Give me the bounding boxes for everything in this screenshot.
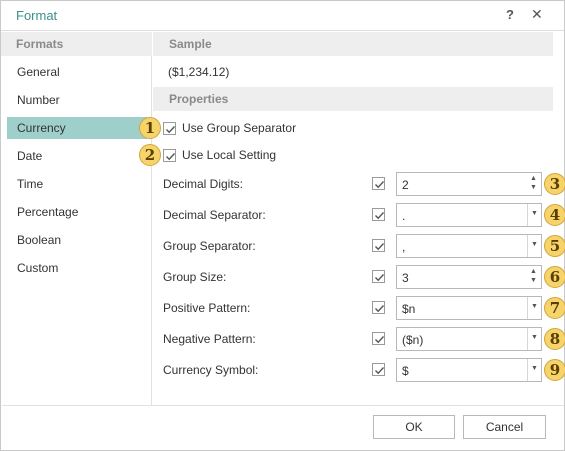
- negative-pattern-label: Negative Pattern:: [163, 332, 256, 346]
- chevron-down-icon: ▼: [531, 241, 538, 248]
- sidebar-item-time[interactable]: Time: [7, 173, 147, 195]
- callout-badge-5: 5: [544, 235, 565, 257]
- use-local-setting-label: Use Local Setting: [182, 148, 277, 162]
- callout-badge-8: 8: [544, 328, 565, 350]
- sidebar-item-percentage[interactable]: Percentage: [7, 201, 147, 223]
- positive-pattern-value: $n: [402, 302, 416, 316]
- negative-pattern-checkbox[interactable]: [372, 332, 385, 345]
- currency-symbol-dropdown-button[interactable]: ▼: [527, 359, 541, 381]
- currency-symbol-checkbox[interactable]: [372, 363, 385, 376]
- sidebar-item-general[interactable]: General: [7, 61, 147, 83]
- callout-badge-9: 9: [544, 359, 565, 381]
- use-group-separator-checkbox[interactable]: [163, 122, 176, 135]
- positive-pattern-label: Positive Pattern:: [163, 301, 251, 315]
- decimal-separator-label: Decimal Separator:: [163, 208, 266, 222]
- checkmark-icon: [375, 367, 385, 375]
- spin-up-icon[interactable]: ▲: [530, 175, 537, 182]
- close-icon[interactable]: ✕: [531, 6, 543, 23]
- group-size-label: Group Size:: [163, 270, 227, 284]
- sidebar-item-currency[interactable]: Currency: [7, 117, 147, 139]
- decimal-digits-value: 2: [402, 178, 409, 192]
- properties-header: Properties: [153, 87, 553, 111]
- group-size-spin-buttons[interactable]: ▲ ▼: [527, 266, 541, 288]
- callout-badge-3: 3: [544, 173, 565, 195]
- negative-pattern-dropdown[interactable]: ($n) ▼: [396, 327, 542, 351]
- decimal-separator-checkbox[interactable]: [372, 208, 385, 221]
- chevron-down-icon: ▼: [531, 334, 538, 341]
- sidebar-item-date[interactable]: Date: [7, 145, 147, 167]
- footer-divider: [2, 405, 564, 406]
- decimal-separator-dropdown-button[interactable]: ▼: [527, 204, 541, 226]
- group-size-checkbox[interactable]: [372, 270, 385, 283]
- sample-value: ($1,234.12): [168, 65, 230, 79]
- positive-pattern-dropdown[interactable]: $n ▼: [396, 296, 542, 320]
- dialog-title: Format: [16, 8, 58, 23]
- positive-pattern-dropdown-button[interactable]: ▼: [527, 297, 541, 319]
- use-local-setting-checkbox[interactable]: [163, 149, 176, 162]
- callout-badge-7: 7: [544, 297, 565, 319]
- title-bar: Format ? ✕: [1, 1, 564, 31]
- spin-down-icon[interactable]: ▼: [530, 277, 537, 284]
- decimal-digits-spin-buttons[interactable]: ▲ ▼: [527, 173, 541, 195]
- sidebar-item-custom[interactable]: Custom: [7, 257, 147, 279]
- checkmark-icon: [166, 153, 176, 161]
- negative-pattern-dropdown-button[interactable]: ▼: [527, 328, 541, 350]
- decimal-separator-dropdown[interactable]: . ▼: [396, 203, 542, 227]
- decimal-digits-label: Decimal Digits:: [163, 177, 244, 191]
- group-size-spinner[interactable]: 3 ▲ ▼: [396, 265, 542, 289]
- callout-badge-1: 1: [139, 117, 161, 139]
- group-size-value: 3: [402, 271, 409, 285]
- decimal-digits-spinner[interactable]: 2 ▲ ▼: [396, 172, 542, 196]
- currency-symbol-label: Currency Symbol:: [163, 363, 259, 377]
- decimal-separator-value: .: [402, 209, 406, 223]
- callout-badge-4: 4: [544, 204, 565, 226]
- checkmark-icon: [375, 181, 385, 189]
- checkmark-icon: [375, 274, 385, 282]
- currency-symbol-dropdown[interactable]: $ ▼: [396, 358, 542, 382]
- chevron-down-icon: ▼: [531, 303, 538, 310]
- checkmark-icon: [375, 212, 385, 220]
- sidebar-item-number[interactable]: Number: [7, 89, 147, 111]
- checkmark-icon: [375, 243, 385, 251]
- help-icon[interactable]: ?: [506, 7, 514, 22]
- negative-pattern-value: ($n): [402, 333, 424, 347]
- format-dialog: Format ? ✕ Formats General Number Curren…: [0, 0, 565, 451]
- cancel-button[interactable]: Cancel: [463, 415, 546, 439]
- group-separator-value: ,: [402, 240, 406, 254]
- use-group-separator-label: Use Group Separator: [182, 121, 297, 135]
- callout-badge-6: 6: [544, 266, 565, 288]
- ok-button[interactable]: OK: [373, 415, 455, 439]
- group-separator-label: Group Separator:: [163, 239, 256, 253]
- group-separator-dropdown-button[interactable]: ▼: [527, 235, 541, 257]
- chevron-down-icon: ▼: [531, 210, 538, 217]
- currency-symbol-value: $: [402, 364, 409, 378]
- checkmark-icon: [166, 126, 176, 134]
- sample-header: Sample: [153, 32, 553, 56]
- decimal-digits-checkbox[interactable]: [372, 177, 385, 190]
- sidebar-item-boolean[interactable]: Boolean: [7, 229, 147, 251]
- formats-sidebar: Formats General Number Currency Date Tim…: [1, 32, 152, 405]
- positive-pattern-checkbox[interactable]: [372, 301, 385, 314]
- group-separator-dropdown[interactable]: , ▼: [396, 234, 542, 258]
- checkmark-icon: [375, 305, 385, 313]
- spin-down-icon[interactable]: ▼: [530, 184, 537, 191]
- chevron-down-icon: ▼: [531, 365, 538, 372]
- spin-up-icon[interactable]: ▲: [530, 268, 537, 275]
- checkmark-icon: [375, 336, 385, 344]
- group-separator-checkbox[interactable]: [372, 239, 385, 252]
- callout-badge-2: 2: [139, 144, 161, 166]
- formats-header: Formats: [1, 32, 152, 56]
